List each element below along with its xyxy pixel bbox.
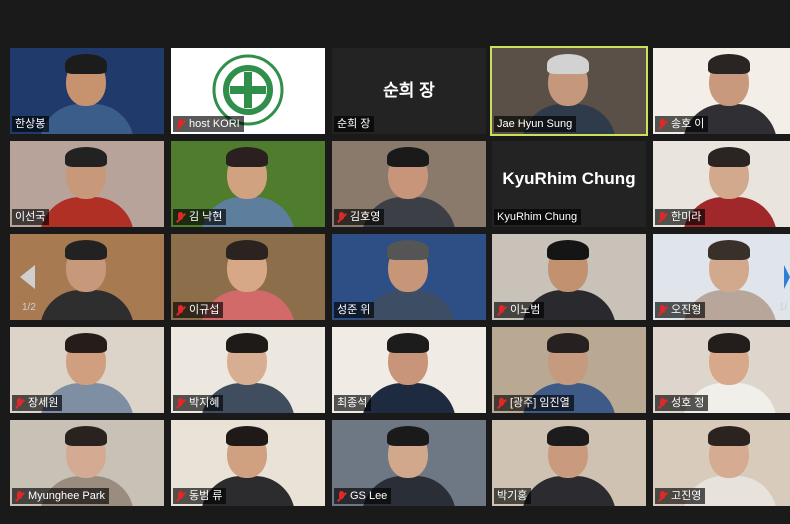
muted-mic-icon	[337, 490, 346, 502]
participant-name-label: 성호 정	[655, 395, 709, 411]
page-indicator-right: 1/	[779, 302, 788, 313]
participant-tile[interactable]: Jae Hyun Sung	[490, 46, 648, 136]
participant-name-label: GS Lee	[334, 488, 392, 504]
participant-tile[interactable]: 이규섭	[171, 234, 325, 320]
participant-tile[interactable]: 성준 위	[332, 234, 486, 320]
participant-tile[interactable]: 김호영	[332, 141, 486, 227]
participant-name: 이규섭	[189, 304, 220, 316]
muted-mic-icon	[658, 397, 667, 409]
participant-name-label: [광주] 임진열	[494, 395, 574, 411]
participant-name-label: 박기홍	[494, 488, 532, 504]
muted-mic-icon	[176, 211, 185, 223]
participant-name: 성호 정	[671, 397, 705, 409]
participant-display-name: 순희 장	[383, 81, 435, 100]
participant-name: Jae Hyun Sung	[497, 118, 573, 130]
muted-mic-icon	[337, 211, 346, 223]
participant-name: 박지혜	[189, 397, 220, 409]
participant-name-label: host KORI	[173, 116, 244, 132]
participant-name: 이선국	[15, 211, 46, 223]
participant-name: Myunghee Park	[28, 490, 106, 502]
participant-tile[interactable]: 이노범	[492, 234, 646, 320]
participant-tile[interactable]: 성호 정	[653, 327, 790, 413]
participant-display-name: KyuRhim Chung	[502, 169, 636, 188]
participant-name-label: 순희 장	[334, 116, 375, 132]
participant-name: 최종석	[337, 397, 368, 409]
participant-figure	[32, 240, 142, 320]
participant-tile[interactable]: 순희 장 순희 장	[332, 48, 486, 134]
muted-mic-icon	[658, 304, 667, 316]
muted-mic-icon	[658, 211, 667, 223]
muted-mic-icon	[497, 397, 506, 409]
next-page-arrow-icon[interactable]	[784, 265, 790, 289]
participant-name: KyuRhim Chung	[497, 211, 578, 223]
participant-name-label: KyuRhim Chung	[494, 209, 582, 225]
page-indicator-left: 1/2	[22, 302, 36, 313]
participant-tile[interactable]: 고진영	[653, 420, 790, 506]
prev-page-arrow-icon[interactable]	[20, 265, 35, 289]
participant-tile[interactable]: GS Lee	[332, 420, 486, 506]
participant-tile[interactable]: KyuRhim Chung KyuRhim Chung	[492, 141, 646, 227]
participant-name: 장세원	[28, 397, 59, 409]
participant-name: host KORI	[189, 118, 240, 130]
participant-name: 김 낙현	[189, 211, 223, 223]
participant-name-label: 김호영	[334, 209, 385, 225]
participant-name-label: 장세원	[12, 395, 63, 411]
participant-name-label: 김 낙현	[173, 209, 227, 225]
muted-mic-icon	[176, 490, 185, 502]
muted-mic-icon	[658, 490, 667, 502]
participant-name: 한상봉	[15, 118, 46, 130]
participant-name: 동범 류	[189, 490, 223, 502]
muted-mic-icon	[658, 118, 667, 130]
participant-tile[interactable]: host KORI	[171, 48, 325, 134]
muted-mic-icon	[176, 397, 185, 409]
gallery-grid: 한상봉 host KORI 순희 장 순희 장 Jae Hyun Sung 송호 이 이선국…	[0, 0, 790, 524]
participant-name: 박기홍	[497, 490, 528, 502]
participant-tile[interactable]: 한상봉	[10, 48, 164, 134]
participant-tile[interactable]: Myunghee Park	[10, 420, 164, 506]
participant-name: [광주] 임진열	[510, 397, 570, 409]
participant-tile[interactable]: 오진형	[653, 234, 790, 320]
participant-tile[interactable]: 장세원	[10, 327, 164, 413]
participant-name-label: Jae Hyun Sung	[494, 116, 577, 132]
participant-name: 김호영	[350, 211, 381, 223]
participant-name-label: 송호 이	[655, 116, 709, 132]
muted-mic-icon	[15, 490, 24, 502]
muted-mic-icon	[15, 397, 24, 409]
participant-name-label: 이노범	[494, 302, 545, 318]
participant-name-label: 성준 위	[334, 302, 375, 318]
participant-name-label: 최종석	[334, 395, 372, 411]
participant-name-label: 고진영	[655, 488, 706, 504]
participant-tile[interactable]: 이선국	[10, 141, 164, 227]
muted-mic-icon	[176, 118, 185, 130]
participant-tile[interactable]: 최종석	[332, 327, 486, 413]
participant-name: 고진영	[671, 490, 702, 502]
participant-name: 송호 이	[671, 118, 705, 130]
participant-name-label: 오진형	[655, 302, 706, 318]
participant-name-label: 한상봉	[12, 116, 50, 132]
participant-name-label: 한미라	[655, 209, 706, 225]
participant-name-label: 동범 류	[173, 488, 227, 504]
participant-tile[interactable]: 한미라	[653, 141, 790, 227]
participant-name-label: 이규섭	[173, 302, 224, 318]
participant-tile[interactable]: 송호 이	[653, 48, 790, 134]
participant-name-label: Myunghee Park	[12, 488, 110, 504]
participant-name: 순희 장	[337, 118, 371, 130]
participant-name: 이노범	[510, 304, 541, 316]
participant-name: GS Lee	[350, 490, 388, 502]
participant-name: 오진형	[671, 304, 702, 316]
participant-tile[interactable]: [광주] 임진열	[492, 327, 646, 413]
participant-tile[interactable]: 동범 류	[171, 420, 325, 506]
participant-name-label: 이선국	[12, 209, 50, 225]
participant-tile[interactable]: 김 낙현	[171, 141, 325, 227]
participant-name: 한미라	[671, 211, 702, 223]
participant-tile[interactable]: 박기홍	[492, 420, 646, 506]
participant-name-label: 박지혜	[173, 395, 224, 411]
muted-mic-icon	[497, 304, 506, 316]
participant-name: 성준 위	[337, 304, 371, 316]
muted-mic-icon	[176, 304, 185, 316]
participant-tile[interactable]: 박지혜	[171, 327, 325, 413]
